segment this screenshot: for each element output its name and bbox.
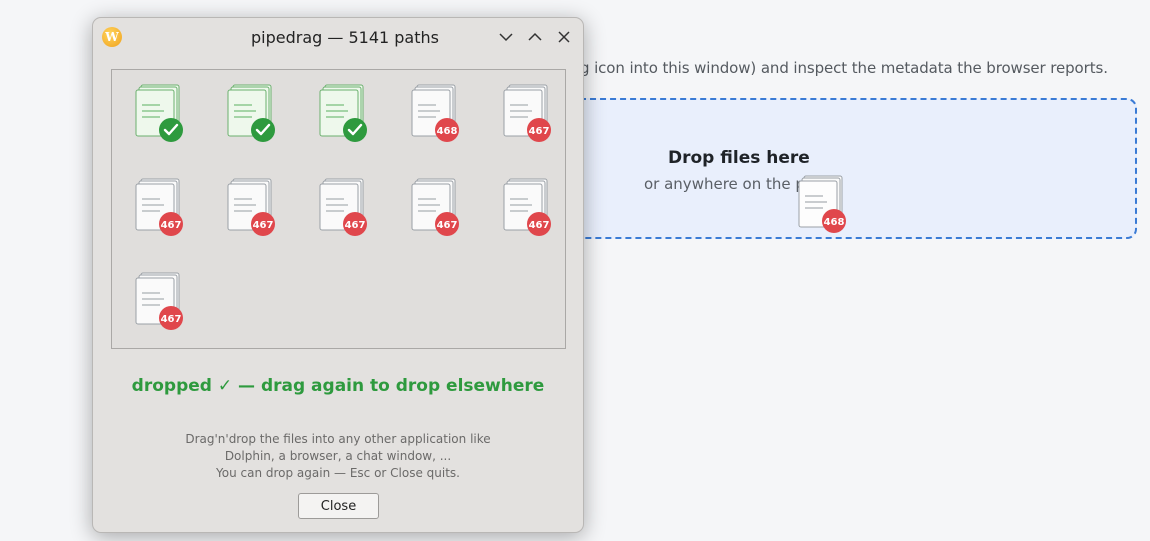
file-stack-icon: 467 [135,178,183,236]
drag-ghost-count: 468 [824,217,845,228]
file-stack-done-icon [319,84,367,142]
file-bundle-tile[interactable]: 467 [134,271,186,333]
hint-text: Drag'n'drop the files into any other app… [93,431,583,482]
file-stack-icon: 467 [319,178,367,236]
pipedrag-window: W pipedrag — 5141 paths 468 467 467 467 467 4… [92,17,584,533]
drop-zone-subtitle: or anywhere on the pa [644,175,815,193]
file-stack-done-icon [135,84,183,142]
count-badge: 467 [161,314,182,325]
count-badge: 468 [437,126,458,137]
close-button[interactable]: Close [298,493,379,519]
file-bundle-tile[interactable] [226,83,278,145]
window-title: pipedrag — 5141 paths [251,28,439,47]
file-stack-icon: 467 [135,272,183,330]
drop-zone-title: Drop files here [668,148,810,168]
file-stack-icon: 467 [503,178,551,236]
count-badge: 467 [161,220,182,231]
maximize-button[interactable] [525,27,545,47]
titlebar[interactable]: W pipedrag — 5141 paths [93,18,583,56]
count-badge: 467 [529,126,550,137]
window-close-button[interactable] [554,27,574,47]
file-bundle-tile[interactable] [134,83,186,145]
chevron-down-icon [499,33,513,42]
close-icon [558,31,570,43]
count-badge: 467 [437,220,458,231]
file-bundle-grid: 468 467 467 467 467 467 467 467 [111,69,566,349]
status-message: dropped ✓ — drag again to drop elsewhere [131,376,545,396]
file-bundle-tile[interactable] [318,83,370,145]
file-stack-icon: 467 [503,84,551,142]
count-badge: 467 [345,220,366,231]
file-bundle-tile[interactable]: 467 [226,177,278,239]
hint-line: Drag'n'drop the files into any other app… [185,432,491,446]
file-bundle-tile[interactable]: 467 [410,177,462,239]
file-bundle-tile[interactable]: 467 [502,177,554,239]
file-stack-icon: 467 [411,178,459,236]
hint-line: You can drop again — Esc or Close quits. [216,466,460,480]
drag-ghost-icon: 468 [797,174,849,234]
chevron-up-icon [528,32,542,41]
count-badge: 467 [529,220,550,231]
count-badge: 467 [253,220,274,231]
file-bundle-tile[interactable]: 468 [410,83,462,145]
app-logo-icon: W [102,27,122,47]
file-bundle-tile[interactable]: 467 [134,177,186,239]
hint-line: Dolphin, a browser, a chat window, ... [224,449,452,463]
page-instructions: g icon into this window) and inspect the… [580,59,1108,77]
file-stack-done-icon [227,84,275,142]
file-stack-icon: 467 [227,178,275,236]
file-stack-icon: 468 [411,84,459,142]
file-bundle-tile[interactable]: 467 [502,83,554,145]
file-bundle-tile[interactable]: 467 [318,177,370,239]
minimize-button[interactable] [496,27,516,47]
